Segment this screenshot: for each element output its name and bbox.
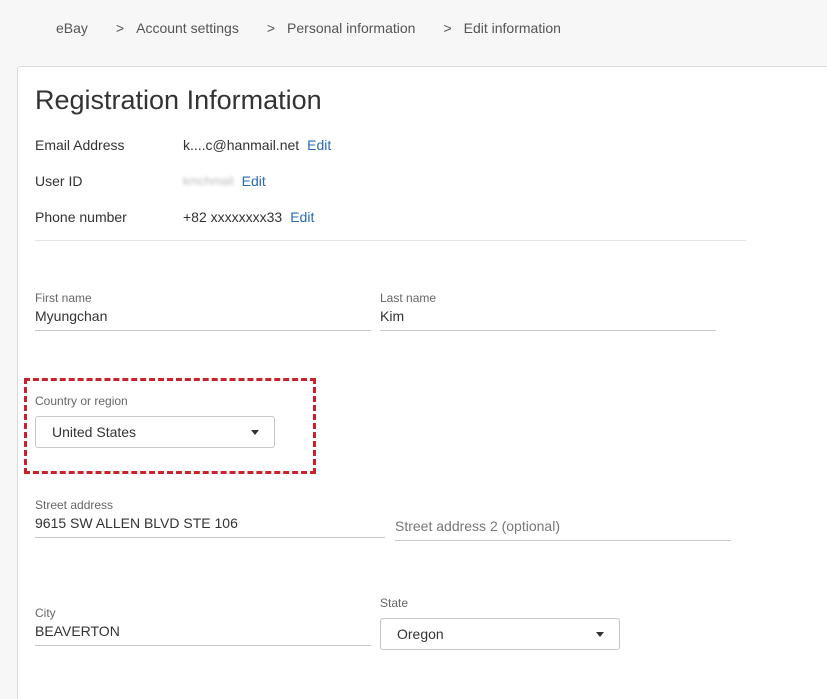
country-label: Country or region [35,394,128,408]
first-name-field: First name [35,291,371,331]
page-title: Registration Information [35,85,322,115]
section-divider [35,240,746,241]
first-name-input[interactable] [35,305,371,331]
state-select[interactable]: Oregon [380,618,620,650]
caret-down-icon [596,632,604,637]
state-selected-value: Oregon [397,626,444,642]
email-edit-link[interactable]: Edit [307,137,331,153]
breadcrumb-separator: > [266,20,276,36]
city-input[interactable] [35,620,371,646]
country-field: Country or region [35,394,275,408]
state-label: State [380,596,409,610]
street2-input[interactable] [395,515,731,541]
user-id-label: User ID [35,173,83,189]
phone-edit-link[interactable]: Edit [290,209,314,225]
caret-down-icon [251,430,259,435]
breadcrumb: eBay > Account settings > Personal infor… [56,20,561,36]
phone-row: Phone number +82 xxxxxxxx33 Edit [35,209,314,225]
street-input[interactable] [35,512,385,538]
user-id-edit-link[interactable]: Edit [242,173,266,189]
breadcrumb-account-settings[interactable]: Account settings [136,20,239,36]
phone-label: Phone number [35,209,127,225]
street2-field [395,515,731,541]
user-id-row: User ID kmchmail Edit [35,173,266,189]
breadcrumb-edit-information: Edit information [463,20,561,36]
street-field: Street address [35,498,385,538]
breadcrumb-personal-information[interactable]: Personal information [287,20,415,36]
last-name-field: Last name [380,291,716,331]
country-select[interactable]: United States [35,416,275,448]
last-name-label: Last name [380,291,437,305]
first-name-label: First name [35,291,92,305]
phone-value: +82 xxxxxxxx33 [183,209,283,225]
registration-card: Registration Information Email Address k… [17,66,827,699]
email-row: Email Address k....c@hanmail.net Edit [35,137,331,153]
state-field: State [380,596,620,610]
email-label: Email Address [35,137,125,153]
country-selected-value: United States [52,424,137,440]
breadcrumb-ebay[interactable]: eBay [56,20,88,36]
last-name-input[interactable] [380,305,716,331]
city-field: City [35,606,371,646]
breadcrumb-separator: > [115,20,125,36]
user-id-value: kmchmail [183,174,234,188]
email-value: k....c@hanmail.net [183,137,300,153]
breadcrumb-separator: > [443,20,452,36]
street-label: Street address [35,498,114,512]
city-label: City [35,606,56,620]
